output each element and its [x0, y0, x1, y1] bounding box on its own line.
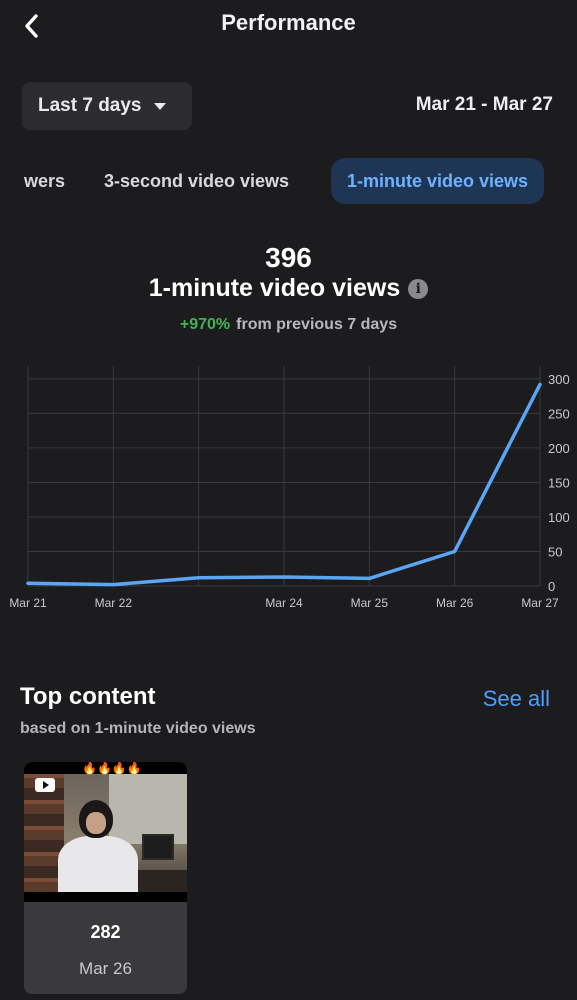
date-range-dropdown-label: Last 7 days — [38, 95, 142, 116]
x-tick-label: Mar 22 — [95, 596, 133, 610]
section-subtitle: based on 1-minute video views — [20, 720, 256, 737]
page-title: Performance — [221, 10, 356, 35]
tab-viewers[interactable]: wers — [24, 158, 65, 204]
y-tick-label: 0 — [548, 579, 555, 594]
video-thumbnail: 🔥🔥🔥🔥 — [24, 762, 187, 902]
caret-down-icon — [153, 102, 166, 110]
y-tick-label: 200 — [548, 441, 570, 456]
section-title: Top content — [20, 683, 156, 710]
card-date: Mar 26 — [79, 959, 132, 978]
metric-label: 1-minute video views — [148, 274, 401, 302]
change-percent: +970% — [179, 316, 231, 333]
see-all-link[interactable]: See all — [483, 686, 550, 712]
fire-emoji-badge: 🔥🔥🔥🔥 — [82, 762, 142, 775]
y-tick-label: 50 — [548, 544, 562, 559]
metric-label-row: 1-minute video views i — [0, 274, 577, 303]
y-tick-label: 100 — [548, 510, 570, 525]
change-text: from previous 7 days — [236, 316, 398, 333]
date-range-dropdown[interactable]: Last 7 days — [22, 82, 192, 130]
y-tick-label: 150 — [548, 475, 570, 490]
top-content-card[interactable]: 🔥🔥🔥🔥 282 Mar 26 — [24, 762, 187, 994]
video-play-icon — [35, 778, 55, 792]
x-tick-label: Mar 26 — [436, 596, 474, 610]
date-range-text: Mar 21 - Mar 27 — [415, 94, 553, 115]
card-value: 282 — [90, 922, 121, 942]
tab-3-second-video-views[interactable]: 3-second video views — [104, 158, 289, 204]
line-chart: 0 50 100 150 200 250 300 Mar 21 Mar 22 Mar 24 Mar … — [9, 366, 570, 610]
x-tick-label: Mar 25 — [351, 596, 389, 610]
tab-1-minute-video-views[interactable]: 1-minute video views — [331, 158, 545, 204]
metric-change: +970% from previous 7 days — [0, 316, 577, 334]
x-tick-label: Mar 21 — [9, 596, 47, 610]
y-tick-label: 250 — [548, 406, 570, 421]
info-icon[interactable]: i — [408, 278, 429, 299]
x-tick-label: Mar 27 — [521, 596, 559, 610]
x-tick-label: Mar 24 — [265, 596, 303, 610]
y-tick-label: 300 — [548, 372, 570, 387]
metric-value: 396 — [265, 242, 312, 273]
